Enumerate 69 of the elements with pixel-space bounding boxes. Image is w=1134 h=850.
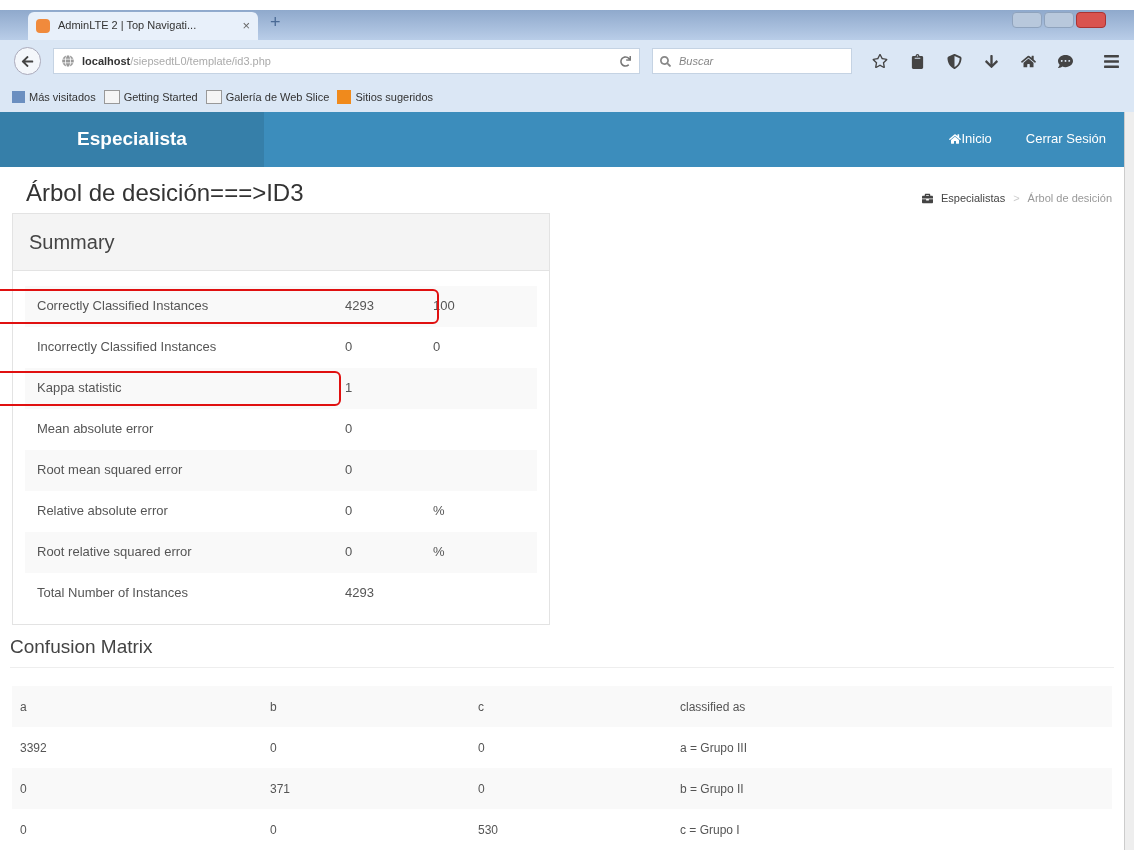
chat-icon[interactable] <box>1058 53 1073 69</box>
breadcrumb-separator: > <box>1013 191 1020 206</box>
table-cell-text: Correctly Classified Instances <box>36 297 210 316</box>
bookmark-item[interactable]: Galería de Web Slice <box>205 88 330 106</box>
column-header: c <box>477 698 485 716</box>
browser-tab[interactable]: AdminLTE 2 | Top Navigati... × <box>28 11 258 40</box>
breadcrumb-current: Árbol de desición <box>1027 191 1112 206</box>
table-cell-text: 3392 <box>19 739 48 757</box>
brand-title[interactable]: Especialista <box>77 124 187 154</box>
table-cell-text: 530 <box>477 821 500 839</box>
back-icon[interactable] <box>14 47 41 76</box>
briefcase-icon <box>921 192 933 204</box>
search-field[interactable]: Buscar <box>652 48 852 75</box>
url-text: localhost/siepsedtL0/template/id3.php <box>82 53 271 69</box>
bookmark-star-icon[interactable] <box>872 53 888 70</box>
table-cell-text: 0 <box>345 543 354 562</box>
nav-link[interactable]: Cerrar Sesión <box>1025 129 1106 149</box>
table-cell-text: 0 <box>477 739 486 757</box>
table-cell-text: c = Grupo I <box>679 821 741 839</box>
bookmark-item[interactable]: Getting Started <box>103 88 198 106</box>
table-cell-text: Root mean squared error <box>36 461 184 480</box>
bookmark-item[interactable]: Más visitados <box>12 88 96 106</box>
tab-favicon-icon <box>36 18 50 33</box>
menu-icon[interactable] <box>1103 52 1120 70</box>
table-cell-text: Kappa statistic <box>36 379 123 398</box>
table-cell-text: Total Number of Instances <box>36 584 190 603</box>
tab-close-button[interactable]: × <box>242 15 250 36</box>
reload-icon[interactable] <box>620 55 631 67</box>
table-cell-text: b = Grupo II <box>679 780 745 798</box>
tab-title: AdminLTE 2 | Top Navigati... <box>58 18 197 34</box>
matrix-title: Confusion Matrix <box>10 632 1114 668</box>
bookmark-item[interactable]: Sitios sugeridos <box>337 88 434 106</box>
column-header: classified as <box>679 698 747 716</box>
table-cell-text: Incorrectly Classified Instances <box>36 338 218 357</box>
table-cell-text: Relative absolute error <box>36 502 169 521</box>
table-cell-text: 0 <box>477 780 486 798</box>
table-cell-text: 0 <box>269 821 278 839</box>
download-icon[interactable] <box>984 53 999 69</box>
address-bar[interactable]: localhost/siepsedtL0/template/id3.php <box>53 48 640 75</box>
summary-title: Summary <box>29 229 115 255</box>
table-cell-text: Root relative squared error <box>36 543 193 562</box>
breadcrumb-link[interactable]: Especialistas <box>940 190 1006 207</box>
table-cell-text: 0 <box>345 420 354 439</box>
table-cell-text: % <box>433 543 445 562</box>
table-cell-text: 0 <box>345 338 354 357</box>
clipboard-icon[interactable] <box>910 53 925 69</box>
table-cell-text: 371 <box>269 780 292 798</box>
column-header: b <box>269 698 278 716</box>
globe-icon <box>62 55 74 68</box>
table-cell-text: a = Grupo III <box>679 739 749 757</box>
table-cell-text: Mean absolute error <box>36 420 155 439</box>
page-title: Árbol de desición===>ID3 <box>26 177 304 208</box>
table-cell-text: % <box>433 502 445 521</box>
table-cell-text: 0 <box>345 502 354 521</box>
search-icon <box>660 56 671 68</box>
close-window-icon[interactable] <box>1076 11 1106 28</box>
table-cell-text: 0 <box>269 739 278 757</box>
home-icon <box>949 133 962 145</box>
table-cell-text: 4293 <box>345 584 375 603</box>
shield-icon[interactable] <box>947 53 962 69</box>
table-cell-text: 0 <box>433 338 441 357</box>
table-cell-text: 0 <box>345 461 354 480</box>
table-cell-text: 0 <box>19 821 28 839</box>
table-cell-text: 1 <box>345 379 354 398</box>
table-cell-text: 4293 <box>345 297 375 316</box>
nav-link[interactable]: Inicio <box>949 129 992 149</box>
column-header: a <box>19 698 28 716</box>
home-icon[interactable] <box>1021 53 1036 69</box>
table-cell-text: 0 <box>19 780 28 798</box>
